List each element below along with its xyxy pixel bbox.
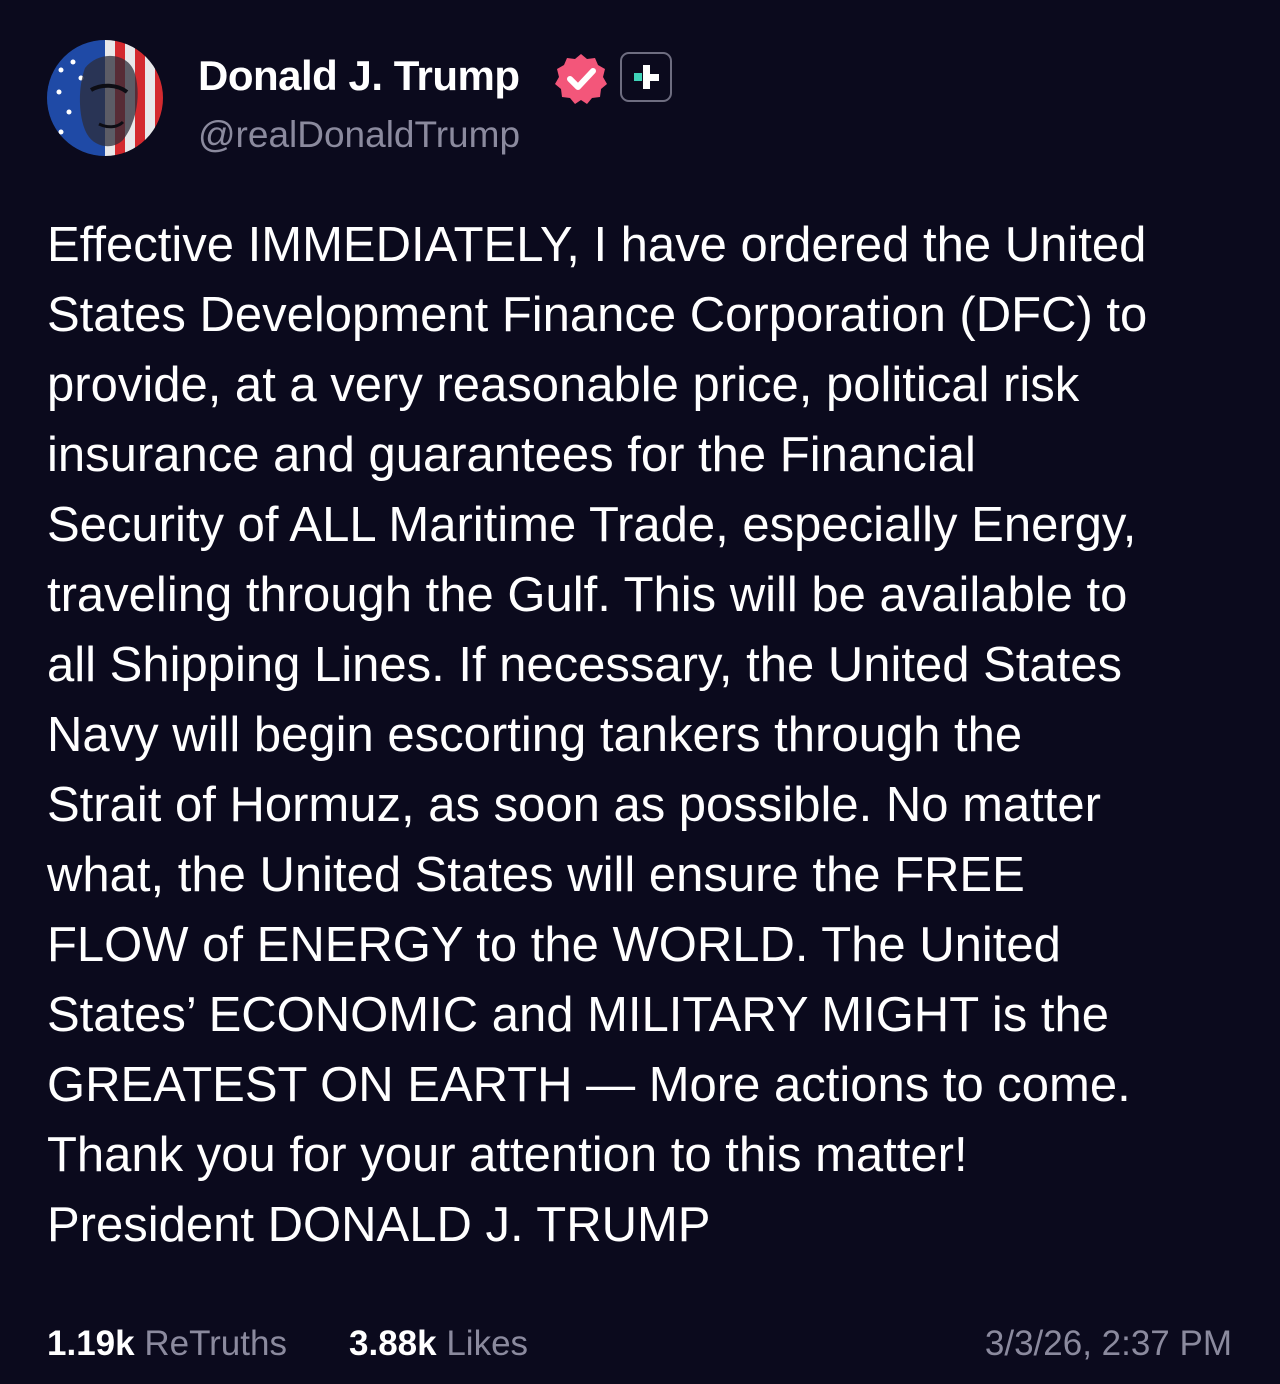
avatar-image (47, 40, 163, 156)
likes-label: Likes (446, 1324, 529, 1363)
post-text-line: GREATEST ON EARTH — More actions to come… (47, 1058, 1131, 1112)
retruths-label: ReTruths (144, 1324, 287, 1363)
likes-stat[interactable]: 3.88k Likes (349, 1324, 528, 1364)
avatar[interactable] (47, 40, 163, 156)
post-text-line: States Development Finance Corporation (… (47, 288, 1148, 342)
user-handle[interactable]: @realDonaldTrump (198, 114, 520, 156)
post-text-line: Security of ALL Maritime Trade, especial… (47, 498, 1137, 552)
retruths-stat[interactable]: 1.19k ReTruths (47, 1324, 287, 1364)
post-text-line: FLOW of ENERGY to the WORLD. The United (47, 918, 1061, 972)
post-text-line: President DONALD J. TRUMP (47, 1198, 711, 1252)
plus-badge-icon (620, 52, 672, 102)
post-header: Donald J. Trump @realDonaldTrump (47, 40, 1247, 160)
post-text-line: traveling through the Gulf. This will be… (47, 568, 1128, 622)
post-text-line: Navy will begin escorting tankers throug… (47, 708, 1023, 762)
post-text-line: Thank you for your attention to this mat… (47, 1128, 968, 1182)
verified-check-icon (554, 52, 608, 106)
retruths-count: 1.19k (47, 1324, 135, 1363)
post-text-line: Effective IMMEDIATELY, I have ordered th… (47, 218, 1147, 272)
post-timestamp[interactable]: 3/3/26, 2:37 PM (985, 1324, 1232, 1364)
display-name[interactable]: Donald J. Trump (198, 52, 520, 100)
post-text-line: all Shipping Lines. If necessary, the Un… (47, 638, 1122, 692)
post-text-line: Strait of Hormuz, as soon as possible. N… (47, 778, 1101, 832)
post-text-line: insurance and guarantees for the Financi… (47, 428, 976, 482)
post-text-line: States’ ECONOMIC and MILITARY MIGHT is t… (47, 988, 1109, 1042)
likes-count: 3.88k (349, 1324, 437, 1363)
post-text: Effective IMMEDIATELY, I have ordered th… (47, 210, 1247, 1260)
post-stats: 1.19k ReTruths 3.88k Likes 3/3/26, 2:37 … (47, 1324, 1232, 1384)
post-text-line: provide, at a very reasonable price, pol… (47, 358, 1080, 412)
post-text-line: what, the United States will ensure the … (47, 848, 1025, 902)
